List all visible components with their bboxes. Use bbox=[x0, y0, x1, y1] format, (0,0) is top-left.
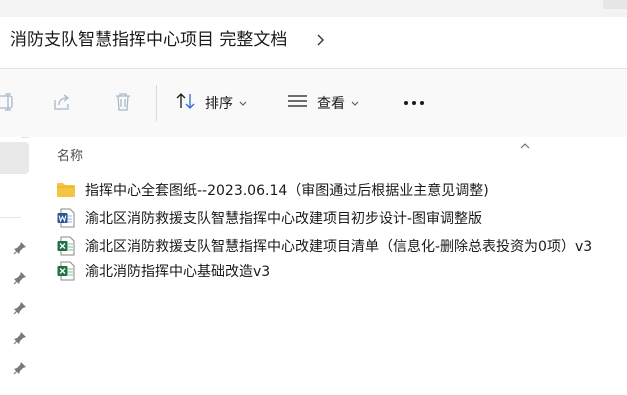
word-doc-icon bbox=[56, 208, 76, 228]
toolbar-separator bbox=[156, 85, 157, 121]
view-label: 查看 bbox=[317, 96, 345, 112]
navigation-pane bbox=[0, 137, 29, 395]
file-name: 渝北区消防救援支队智慧指挥中心改建项目初步设计-图审调整版 bbox=[85, 211, 483, 227]
excel-icon bbox=[56, 236, 76, 256]
excel-icon bbox=[56, 261, 76, 281]
file-name: 渝北消防指挥中心基础改造v3 bbox=[85, 264, 271, 280]
pin-icon[interactable] bbox=[13, 240, 27, 255]
pin-icon[interactable] bbox=[13, 270, 27, 285]
pin-icon[interactable] bbox=[13, 300, 27, 315]
nav-selected-item[interactable] bbox=[0, 142, 29, 174]
tab-edge bbox=[603, 0, 627, 9]
chevron-down-icon bbox=[239, 95, 247, 111]
folder-icon bbox=[56, 180, 76, 200]
file-name: 渝北区消防救援支队智慧指挥中心改建项目清单（信息化-删除总表投资为0项）v3 bbox=[85, 239, 593, 255]
delete-icon[interactable] bbox=[112, 91, 134, 113]
sort-button[interactable]: 排序 bbox=[175, 89, 247, 117]
nav-divider bbox=[0, 217, 21, 218]
file-row[interactable]: 渝北区消防救援支队智慧指挥中心改建项目清单（信息化-删除总表投资为0项）v3 bbox=[56, 234, 592, 258]
sort-label: 排序 bbox=[205, 96, 233, 112]
view-button[interactable]: 查看 bbox=[287, 89, 359, 117]
more-options-icon[interactable] bbox=[403, 95, 425, 111]
sort-ascending-icon bbox=[519, 135, 531, 149]
file-row[interactable]: 渝北消防指挥中心基础改造v3 bbox=[56, 259, 270, 283]
sort-icon bbox=[175, 91, 197, 115]
file-row[interactable]: 渝北区消防救援支队智慧指挥中心改建项目初步设计-图审调整版 bbox=[56, 206, 482, 230]
file-name: 指挥中心全套图纸--2023.06.14（审图通过后根据业主意见调整) bbox=[85, 183, 489, 199]
pin-icon[interactable] bbox=[13, 360, 27, 375]
file-row[interactable]: 指挥中心全套图纸--2023.06.14（审图通过后根据业主意见调整) bbox=[56, 178, 489, 202]
chevron-down-icon bbox=[351, 95, 359, 111]
view-icon bbox=[287, 92, 309, 114]
title-bar-strip bbox=[0, 0, 627, 17]
pin-icon[interactable] bbox=[13, 330, 27, 345]
command-bar: 排序 查看 bbox=[0, 69, 627, 138]
address-bar[interactable]: 消防支队智慧指挥中心项目 完整文档 bbox=[0, 17, 627, 69]
chevron-right-icon[interactable] bbox=[313, 29, 329, 51]
breadcrumb-current-folder[interactable]: 消防支队智慧指挥中心项目 完整文档 bbox=[10, 29, 287, 51]
share-icon[interactable] bbox=[51, 91, 73, 113]
rename-icon[interactable] bbox=[0, 91, 16, 113]
column-header-name[interactable]: 名称 bbox=[57, 145, 83, 164]
